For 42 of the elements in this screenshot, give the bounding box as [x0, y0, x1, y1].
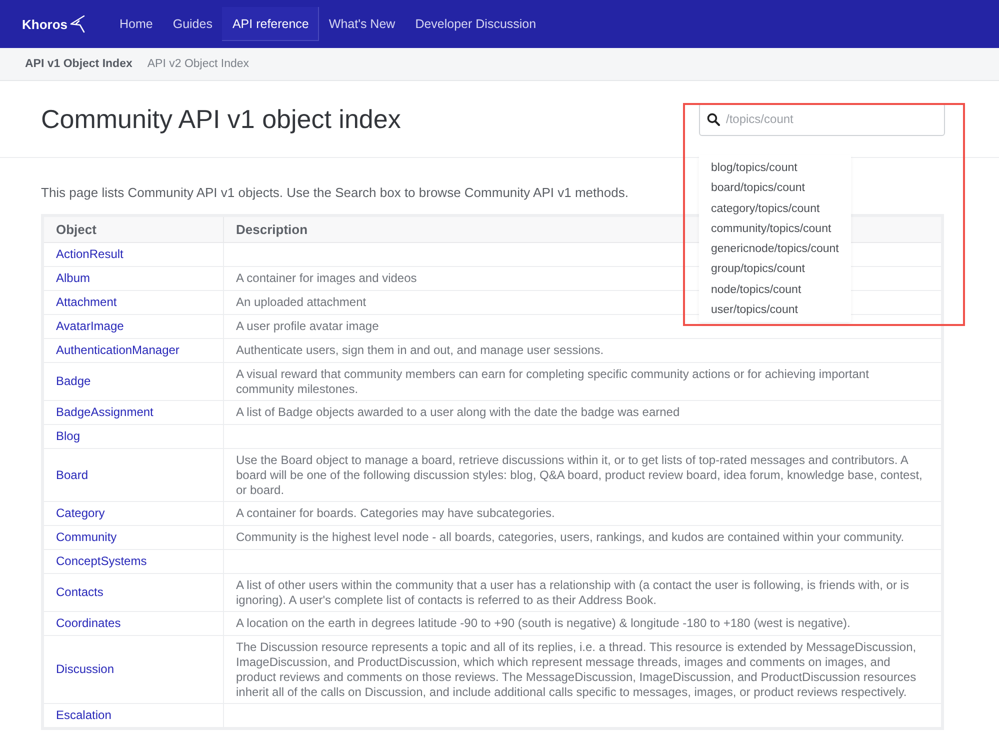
object-link[interactable]: Badge — [56, 374, 91, 388]
description-text: Authenticate users, sign them in and out, and manage user sessions. — [236, 343, 604, 357]
object-link[interactable]: Board — [56, 468, 88, 482]
search-icon — [707, 112, 720, 126]
suggestion-item[interactable]: node/topics/count — [699, 280, 851, 300]
object-link[interactable]: Attachment — [56, 295, 117, 309]
nav-link[interactable]: API reference — [222, 7, 319, 41]
sub-nav-link[interactable]: API v1 Object Index — [25, 58, 132, 70]
object-link[interactable]: Discussion — [56, 662, 114, 676]
nav-link[interactable]: What's New — [318, 7, 406, 41]
logo-icon — [70, 14, 86, 34]
object-link[interactable]: Contacts — [56, 585, 104, 599]
suggestion-item[interactable]: user/topics/count — [699, 300, 851, 320]
nav-link[interactable]: Developer Discussion — [405, 7, 546, 41]
description-text: A location on the earth in degrees latitude -90 to +90 (south is negative) & longitude -180 to +180 (west is negative). — [236, 616, 850, 630]
column-header: Object — [42, 216, 224, 242]
suggestion-item[interactable]: group/topics/count — [699, 259, 851, 280]
description-text: A list of Badge objects awarded to a user along with the date the badge was earned — [236, 405, 680, 419]
search-field[interactable]: /topics/count — [699, 102, 945, 136]
suggestion-item[interactable]: board/topics/count — [699, 178, 851, 199]
object-link[interactable]: Escalation — [56, 708, 112, 722]
description-text: A container for boards. Categories may have subcategories. — [236, 506, 555, 520]
suggestion-item[interactable]: blog/topics/count — [699, 158, 851, 178]
description-text: A user profile avatar image — [236, 319, 379, 333]
object-link[interactable]: Blog — [56, 429, 80, 443]
sub-nav-link[interactable]: API v2 Object Index — [147, 58, 250, 70]
description-text: An uploaded attachment — [236, 295, 366, 309]
description-text: Community is the highest level node - all boards, categories, users, rankings, and kudos are contained within your community. — [236, 530, 904, 544]
description-text: Use the Board object to manage a board, retrieve discussions within it, or to get lists of top-rated messages and contributors. A board will be one of the following discussion styles: blog, Q&A board, product review board, idea forum, knowledge base, contest, or board. — [236, 452, 922, 496]
suggestion-item[interactable]: community/topics/count — [699, 218, 851, 240]
description-text: The Discussion resource represents a topic and all of its replies, i.e. a thread. This resource is extended by MessageDiscussion, ImageDiscussion, and ProductDiscussion, which which represent message threads, images and comments on images, and product reviews and comments on those reviews. The MessageDiscussion, ImageDiscussion, and ProductDiscussion resources inherit all of the calls on Discussion, and include additional calls specific to messages, images, or product reviews respectively. — [236, 640, 916, 698]
intro-text: This page lists Community API v1 objects. Use the Search box to browse Community API v1 methods. — [41, 185, 628, 200]
object-link[interactable]: Album — [56, 271, 90, 285]
logo-text: Khoros — [22, 16, 68, 32]
nav-link[interactable]: Home — [110, 7, 163, 41]
description-text: A list of other users within the community that a user has a relationship with (a contact the user is following, is friends with, or is ignoring). A user's complete list of contacts is referred to as their Address Book. — [236, 578, 909, 606]
object-link[interactable]: Category — [56, 506, 105, 520]
description-text: A visual reward that community members can earn for completing specific community actions or for achieving important community milestones. — [236, 366, 869, 396]
nav-link[interactable]: Guides — [162, 7, 222, 41]
page-title: Community API v1 object index — [41, 104, 401, 134]
description-text: A container for images and videos — [236, 271, 417, 285]
object-link[interactable]: Community — [56, 530, 117, 544]
